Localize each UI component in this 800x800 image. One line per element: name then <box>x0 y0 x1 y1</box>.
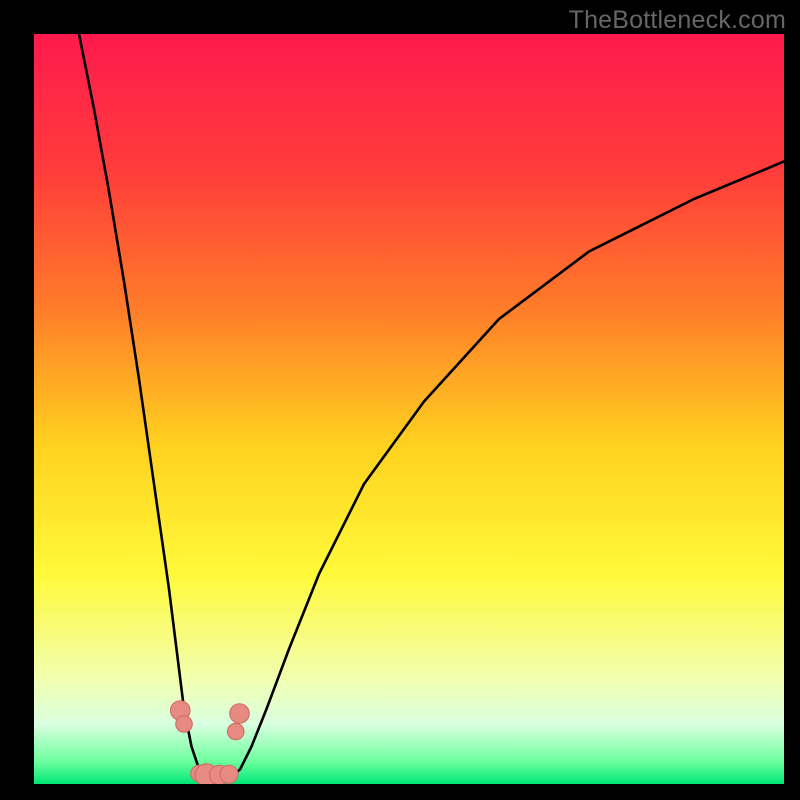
highlight-markers <box>171 701 250 784</box>
marker-point <box>228 723 245 740</box>
marker-point <box>220 765 238 783</box>
bottleneck-curve <box>79 34 784 783</box>
plot-area <box>34 34 784 784</box>
chart-frame: TheBottleneck.com <box>0 0 800 800</box>
watermark-text: TheBottleneck.com <box>569 6 786 35</box>
marker-point <box>176 716 193 733</box>
curve-layer <box>34 34 784 784</box>
marker-point <box>230 704 250 724</box>
